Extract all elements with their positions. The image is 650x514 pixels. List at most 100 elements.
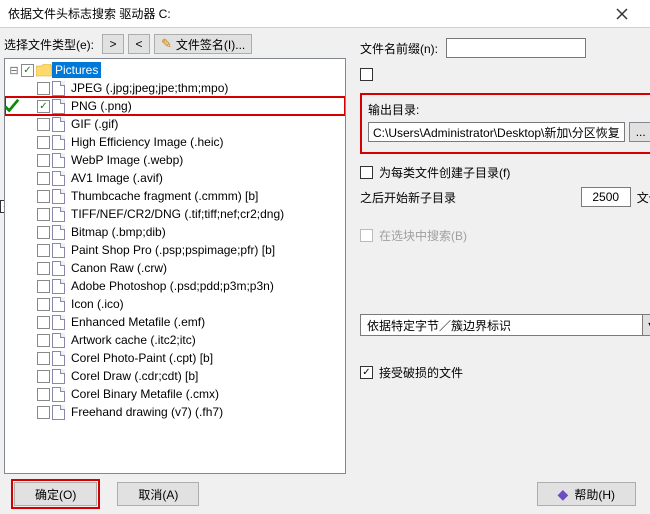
tree-label: Corel Draw (.cdr;cdt) [b]	[68, 368, 201, 384]
tree-checkbox[interactable]	[37, 262, 50, 275]
tree-checkbox[interactable]	[37, 370, 50, 383]
file-icon	[52, 171, 65, 186]
file-icon	[52, 99, 65, 114]
signature-button[interactable]: ✎ 文件签名(I)...	[154, 34, 252, 54]
tree-label: JPEG (.jpg;jpeg;jpe;thm;mpo)	[68, 80, 231, 96]
file-icon	[52, 405, 65, 420]
tree-item[interactable]: Bitmap (.bmp;dib)	[5, 223, 345, 241]
signature-label: 文件签名(I)...	[176, 36, 245, 53]
tree-item[interactable]: AV1 Image (.avif)	[5, 169, 345, 187]
create-subdir-label: 为每类文件创建子目录(f)	[379, 164, 510, 181]
toolbar: 选择文件类型(e): > < ✎ 文件签名(I)...	[4, 32, 346, 58]
tree-item[interactable]: TIFF/NEF/CR2/DNG (.tif;tiff;nef;cr2;dng)	[5, 205, 345, 223]
prev-button[interactable]: >	[102, 34, 124, 54]
tree-checkbox[interactable]	[37, 406, 50, 419]
tree-checkbox[interactable]	[37, 190, 50, 203]
close-button[interactable]	[602, 0, 642, 28]
tree-checkbox[interactable]	[37, 352, 50, 365]
tree-checkbox[interactable]	[37, 172, 50, 185]
tree-checkbox[interactable]	[37, 280, 50, 293]
next-button[interactable]: <	[128, 34, 150, 54]
tree-checkbox[interactable]	[37, 226, 50, 239]
after-label-a: 之后开始新子目录	[360, 189, 456, 206]
tree-checkbox[interactable]	[37, 244, 50, 257]
tree-checkbox[interactable]	[37, 136, 50, 149]
browse-button[interactable]: ...	[629, 122, 650, 142]
search-selection-label: 在选块中搜索(B)	[379, 227, 467, 244]
tree-item[interactable]: High Efficiency Image (.heic)	[5, 133, 345, 151]
tree-label: Corel Photo-Paint (.cpt) [b]	[68, 350, 216, 366]
tree-checkbox[interactable]	[37, 100, 50, 113]
tree-item[interactable]: Artwork cache (.itc2;itc)	[5, 331, 345, 349]
tree-view[interactable]: ⊟PicturesJPEG (.jpg;jpeg;jpe;thm;mpo) PNG…	[4, 58, 346, 474]
tree-item[interactable]: Corel Draw (.cdr;cdt) [b]	[5, 367, 345, 385]
cancel-button[interactable]: 取消(A)	[117, 482, 199, 506]
tree-checkbox[interactable]	[37, 298, 50, 311]
prefix-checkbox[interactable]	[360, 68, 373, 81]
titlebar: 依据文件头标志搜索 驱动器 C:	[0, 0, 650, 28]
tree-item[interactable]: JPEG (.jpg;jpeg;jpe;thm;mpo)	[5, 79, 345, 97]
tree-item[interactable]: PNG (.png)	[5, 97, 345, 115]
file-icon	[52, 261, 65, 276]
tree-item[interactable]: Thumbcache fragment (.cmmm) [b]	[5, 187, 345, 205]
tree-item[interactable]: Corel Binary Metafile (.cmx)	[5, 385, 345, 403]
file-icon	[52, 315, 65, 330]
tree-item[interactable]: Corel Photo-Paint (.cpt) [b]	[5, 349, 345, 367]
tree-item[interactable]: Freehand drawing (v7) (.fh7)	[5, 403, 345, 421]
file-icon	[52, 135, 65, 150]
create-subdir-checkbox[interactable]	[360, 166, 373, 179]
file-icon	[52, 81, 65, 96]
tree-checkbox[interactable]	[37, 316, 50, 329]
outdir-label: 输出目录:	[368, 101, 650, 118]
file-icon	[52, 369, 65, 384]
accept-damaged-label: 接受破损的文件	[379, 364, 463, 381]
tree-item[interactable]: Adobe Photoshop (.psd;pdd;p3m;p3n)	[5, 277, 345, 295]
tree-item[interactable]: WebP Image (.webp)	[5, 151, 345, 169]
file-icon	[52, 333, 65, 348]
tree-checkbox[interactable]	[37, 154, 50, 167]
help-button[interactable]: ◆ 帮助(H)	[537, 482, 636, 506]
tree-label: WebP Image (.webp)	[68, 152, 186, 168]
file-icon	[52, 117, 65, 132]
close-icon	[616, 8, 628, 20]
help-icon: ◆	[558, 486, 569, 503]
subdir-count-input[interactable]	[581, 187, 631, 207]
tree-checkbox[interactable]	[37, 388, 50, 401]
boundary-combo[interactable]: 依据特定字节／簇边界标识 ▾	[360, 314, 650, 336]
prefix-input[interactable]	[446, 38, 586, 58]
tree-label: Thumbcache fragment (.cmmm) [b]	[68, 188, 261, 204]
tree-label: Canon Raw (.crw)	[68, 260, 170, 276]
prefix-label: 文件名前缀(n):	[360, 40, 438, 57]
tree-label: Bitmap (.bmp;dib)	[68, 224, 169, 240]
file-icon	[52, 387, 65, 402]
accept-damaged-checkbox[interactable]	[360, 366, 373, 379]
file-icon	[52, 153, 65, 168]
chevron-down-icon: ▾	[642, 315, 650, 335]
tree-label: Adobe Photoshop (.psd;pdd;p3m;p3n)	[68, 278, 277, 294]
tree-label: Artwork cache (.itc2;itc)	[68, 332, 199, 348]
tree-label: High Efficiency Image (.heic)	[68, 134, 227, 150]
tree-checkbox[interactable]	[37, 208, 50, 221]
tree-item[interactable]: GIF (.gif)	[5, 115, 345, 133]
tree-item[interactable]: Enhanced Metafile (.emf)	[5, 313, 345, 331]
tree-checkbox[interactable]	[37, 118, 50, 131]
tree-checkbox[interactable]	[37, 334, 50, 347]
tree-label: AV1 Image (.avif)	[68, 170, 166, 186]
tree-item[interactable]: Icon (.ico)	[5, 295, 345, 313]
ok-button[interactable]: 确定(O)	[14, 482, 97, 506]
tree-item[interactable]: Canon Raw (.crw)	[5, 259, 345, 277]
file-icon	[52, 207, 65, 222]
tree-root-pictures[interactable]: ⊟Pictures	[5, 61, 345, 79]
filetype-label: 选择文件类型(e):	[4, 36, 94, 53]
search-selection-checkbox	[360, 229, 373, 242]
expand-icon[interactable]: ⊟	[7, 64, 21, 77]
tree-item[interactable]: Paint Shop Pro (.psp;pspimage;pfr) [b]	[5, 241, 345, 259]
tree-checkbox[interactable]	[37, 82, 50, 95]
tree-label: Paint Shop Pro (.psp;pspimage;pfr) [b]	[68, 242, 278, 258]
outdir-field[interactable]: C:\Users\Administrator\Desktop\新加\分区恢复	[368, 122, 625, 142]
output-dir-block: 输出目录: C:\Users\Administrator\Desktop\新加\…	[360, 93, 650, 154]
tree-label: PNG (.png)	[68, 98, 135, 114]
tree-label: Enhanced Metafile (.emf)	[68, 314, 208, 330]
tree-label: Icon (.ico)	[68, 296, 127, 312]
tree-checkbox[interactable]	[21, 64, 34, 77]
